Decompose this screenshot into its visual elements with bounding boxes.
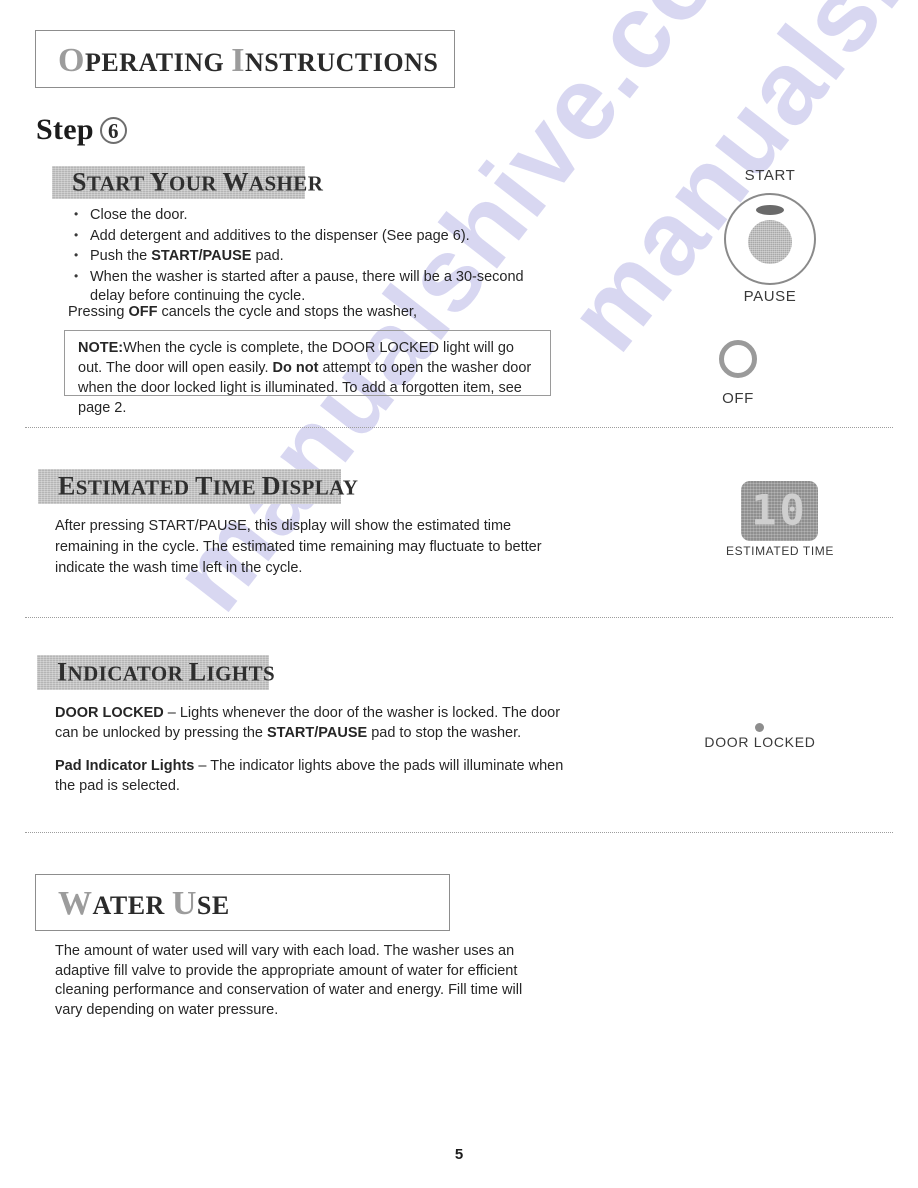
band-dropcap: S bbox=[72, 166, 87, 196]
section-title-start-your-washer: START YOUR WASHER bbox=[72, 167, 323, 197]
section-divider bbox=[25, 427, 893, 428]
start-pause-indicator-led bbox=[756, 205, 784, 215]
start-pause-top-label: START bbox=[744, 167, 796, 184]
door-locked-caption: DOOR LOCKED bbox=[704, 734, 816, 750]
page-title: OPERATING INSTRUCTIONS bbox=[58, 42, 438, 80]
note-box: NOTE:When the cycle is complete, the DOO… bbox=[64, 330, 551, 416]
off-button[interactable] bbox=[719, 340, 757, 378]
page-title-dropcap-2: I bbox=[231, 42, 245, 79]
estimated-time-display-paragraph: After pressing START/PAUSE, this display… bbox=[55, 518, 542, 576]
water-use-part-1: ATER bbox=[92, 891, 172, 920]
band-part-2: OUR bbox=[168, 170, 223, 195]
band-dropcap-2: Y bbox=[149, 166, 169, 196]
bullet-text-suffix: pad. bbox=[251, 248, 284, 264]
start-your-washer-closing-line: Pressing OFF cancels the cycle and stops… bbox=[68, 303, 568, 323]
band-part-1: TART bbox=[86, 170, 150, 195]
bullet-text: Close the door. bbox=[90, 207, 188, 223]
water-use-paragraph: The amount of water used will vary with … bbox=[55, 943, 523, 1018]
band-dropcap-2: T bbox=[195, 470, 213, 500]
indicator-lights-door-locked: DOOR LOCKED – Lights whenever the door o… bbox=[55, 703, 570, 743]
closing-prefix: Pressing bbox=[68, 304, 129, 320]
page-title-part1: PERATING bbox=[84, 48, 232, 77]
water-use-part-2: SE bbox=[196, 891, 230, 920]
estimated-time-display-graphic: 10 bbox=[741, 481, 818, 541]
note-label: NOTE: bbox=[78, 340, 124, 356]
start-pause-pad[interactable] bbox=[748, 220, 792, 264]
door-locked-text-2: pad to stop the washer. bbox=[367, 725, 522, 741]
bullet-text: Add detergent and additives to the dispe… bbox=[90, 227, 470, 244]
page-number: 5 bbox=[454, 1146, 464, 1163]
page-title-dropcap: O bbox=[58, 42, 85, 79]
water-use-dropcap-2: U bbox=[171, 885, 197, 922]
water-use-title: WATER USE bbox=[58, 885, 230, 923]
document-page: manualshive.com manualshive.com OPERATIN… bbox=[0, 0, 918, 1188]
start-your-washer-bullets: Close the door. Add detergent and additi… bbox=[68, 205, 558, 308]
list-item: Close the door. bbox=[68, 205, 558, 226]
band-dropcap-2: L bbox=[188, 656, 207, 686]
step-number-badge: 6 bbox=[99, 117, 127, 144]
list-item: When the washer is started after a pause… bbox=[68, 267, 558, 307]
term-door-locked: DOOR LOCKED bbox=[55, 705, 164, 721]
off-button-label: OFF bbox=[722, 390, 754, 407]
water-use-dropcap: W bbox=[58, 885, 93, 922]
band-part-2: IME bbox=[212, 474, 262, 499]
estimated-time-value: 10 bbox=[751, 485, 808, 535]
bullet-text-emphasis: START/PAUSE bbox=[151, 248, 252, 264]
band-part-3: ASHER bbox=[248, 170, 324, 195]
section-title-estimated-time-display: ESTIMATED TIME DISPLAY bbox=[58, 471, 358, 501]
band-part-1: STIMATED bbox=[75, 474, 196, 499]
list-item: Push the START/PAUSE pad. bbox=[68, 246, 558, 267]
section-band-indicator-lights: INDICATOR LIGHTS bbox=[37, 655, 275, 690]
section-divider bbox=[25, 617, 893, 618]
step-heading: Step 6 bbox=[36, 113, 127, 147]
start-pause-bottom-label: PAUSE bbox=[743, 288, 797, 305]
band-dropcap-3: W bbox=[222, 166, 249, 196]
section-band-start-your-washer: START YOUR WASHER bbox=[52, 166, 323, 199]
estimated-time-caption: ESTIMATED TIME bbox=[726, 544, 834, 558]
note-emphasis: Do not bbox=[272, 360, 319, 376]
band-part-3: ISPLAY bbox=[280, 474, 359, 499]
band-part-1: NDICATOR bbox=[67, 660, 189, 685]
closing-suffix: cancels the cycle and stops the washer, bbox=[157, 304, 417, 320]
section-band-estimated-time-display: ESTIMATED TIME DISPLAY bbox=[38, 469, 358, 504]
section-divider bbox=[25, 832, 893, 833]
band-dropcap: I bbox=[57, 656, 68, 686]
indicator-lights-pad-indicator: Pad Indicator Lights – The indicator lig… bbox=[55, 756, 575, 796]
door-locked-led-icon bbox=[755, 723, 764, 732]
step-label: Step bbox=[36, 113, 94, 146]
closing-emphasis: OFF bbox=[128, 304, 158, 320]
term-pad-indicator-lights: Pad Indicator Lights bbox=[55, 758, 195, 774]
band-dropcap-3: D bbox=[261, 470, 281, 500]
band-part-2: IGHTS bbox=[206, 660, 276, 685]
water-use-title-box: WATER USE bbox=[35, 874, 450, 931]
list-item: Add detergent and additives to the dispe… bbox=[68, 226, 558, 247]
band-dropcap: E bbox=[58, 470, 76, 500]
operating-instructions-title-box: OPERATING INSTRUCTIONS bbox=[35, 30, 455, 88]
bullet-text: When the washer is started after a pause… bbox=[90, 268, 524, 305]
section-title-indicator-lights: INDICATOR LIGHTS bbox=[57, 657, 275, 687]
page-title-part2: NSTRUCTIONS bbox=[245, 48, 439, 77]
bullet-text-prefix: Push the bbox=[90, 248, 152, 264]
door-locked-emphasis: START/PAUSE bbox=[267, 725, 368, 741]
